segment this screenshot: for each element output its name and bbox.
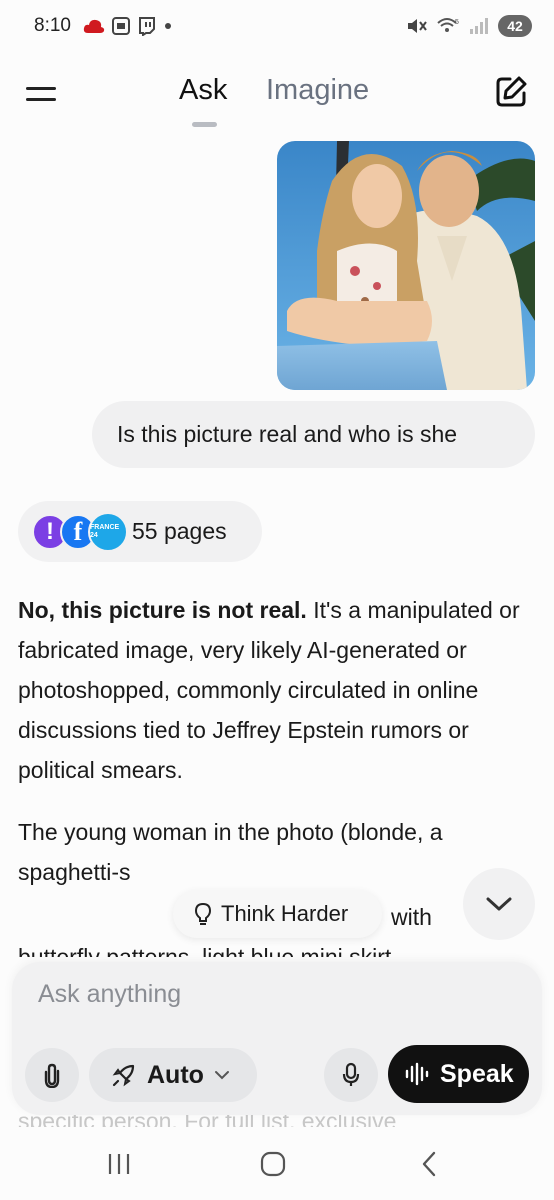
answer-text: with	[391, 904, 432, 930]
menu-icon-bar	[26, 87, 56, 90]
recent-apps-icon	[108, 1154, 130, 1174]
status-bar: 8:10 5 42	[0, 0, 554, 52]
mode-select[interactable]: Auto	[89, 1048, 257, 1102]
system-nav-bar	[0, 1127, 554, 1200]
user-message-text: Is this picture real and who is she	[117, 421, 458, 447]
france24-icon: FRANCE 24	[88, 511, 128, 552]
tab-ask[interactable]: Ask	[179, 74, 227, 107]
recent-apps-button[interactable]	[99, 1147, 139, 1181]
sources-button[interactable]: ! f FRANCE 24 55 pages	[18, 501, 262, 562]
battery-indicator: 42	[498, 15, 532, 37]
chevron-down-icon	[214, 1071, 229, 1080]
answer-text: It's a manipulated or fabricated image, …	[18, 597, 520, 783]
app-header: Ask Imagine	[0, 52, 554, 140]
cloud-icon	[83, 19, 105, 33]
dot-icon	[164, 23, 171, 29]
status-time: 8:10	[34, 15, 71, 36]
home-icon	[260, 1151, 286, 1177]
attached-photo	[277, 141, 535, 390]
signal-icon	[470, 18, 488, 34]
sources-label: 55 pages	[132, 518, 227, 544]
microphone-icon	[342, 1062, 360, 1086]
source-icons: ! f FRANCE 24	[32, 511, 138, 552]
back-icon	[422, 1151, 436, 1177]
mute-icon	[408, 19, 427, 33]
message-input[interactable]: Ask anything	[38, 980, 181, 1009]
speak-button[interactable]: Speak	[388, 1045, 529, 1103]
home-button[interactable]	[253, 1147, 293, 1181]
attach-button[interactable]	[25, 1048, 79, 1102]
menu-button[interactable]	[26, 78, 58, 110]
speak-label: Speak	[440, 1059, 514, 1088]
user-attached-image[interactable]	[277, 141, 535, 390]
answer-text: The young woman in the photo (blonde, a …	[18, 819, 443, 885]
answer-bold-lead: No, this picture is not real.	[18, 597, 307, 623]
answer-paragraph: No, this picture is not real. It's a man…	[18, 590, 538, 790]
menu-icon-bar	[26, 98, 56, 101]
svg-text:5: 5	[455, 19, 459, 26]
mode-label: Auto	[147, 1060, 204, 1089]
twitch-icon	[138, 17, 155, 36]
think-harder-label: Think Harder	[221, 901, 349, 926]
answer-text-cut: butterfly patterns, light blue mini skir…	[18, 944, 392, 957]
screenshot-icon	[111, 17, 130, 35]
scroll-to-bottom-button[interactable]	[463, 868, 535, 940]
active-tab-indicator	[192, 122, 217, 127]
chevron-down-icon	[486, 897, 512, 911]
paperclip-icon	[44, 1063, 60, 1088]
tab-imagine[interactable]: Imagine	[266, 74, 369, 107]
think-harder-button[interactable]: Think Harder	[173, 890, 382, 938]
answer-paragraph: The young woman in the photo (blonde, a …	[18, 812, 538, 892]
rocket-icon	[112, 1064, 135, 1087]
composer: Ask anything Auto Speak	[12, 962, 542, 1115]
microphone-button[interactable]	[324, 1048, 378, 1102]
assistant-answer: No, this picture is not real. It's a man…	[18, 590, 538, 957]
wifi-icon: 5	[437, 18, 459, 32]
new-chat-icon[interactable]	[493, 74, 529, 110]
lightbulb-icon	[194, 902, 212, 925]
user-message-bubble: Is this picture real and who is she	[92, 401, 535, 468]
back-button[interactable]	[409, 1147, 449, 1181]
waveform-icon	[405, 1062, 429, 1086]
